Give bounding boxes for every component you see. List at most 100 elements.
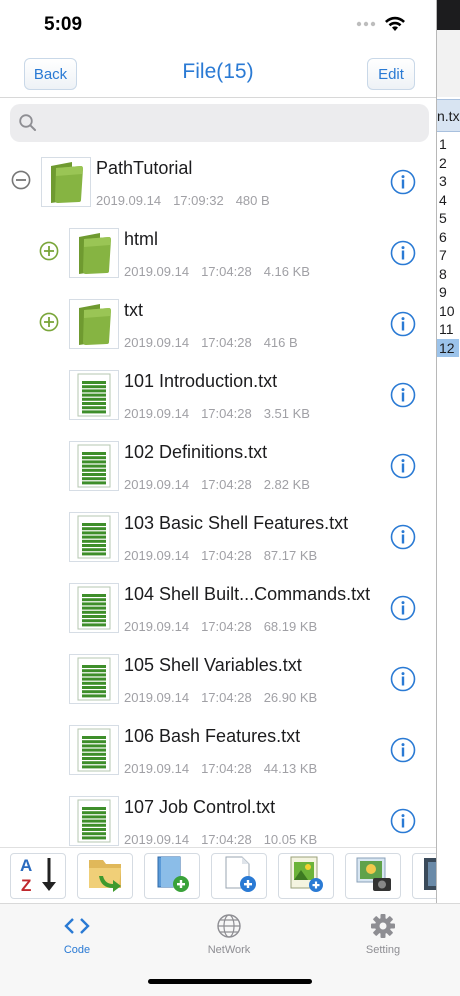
file-meta: 2019.09.14 17:04:28 2.82 KB: [124, 477, 322, 492]
file-meta: 2019.09.14 17:04:28 4.16 KB: [124, 264, 322, 279]
file-time: 17:04:28: [201, 335, 252, 350]
sort-az-icon: AZ: [16, 854, 60, 899]
image-icon: [418, 854, 436, 899]
info-button[interactable]: [390, 382, 416, 408]
line-number: 10: [439, 302, 455, 319]
line-number: 9: [439, 284, 447, 300]
file-meta: 2019.09.14 17:04:28 10.05 KB: [124, 832, 329, 847]
file-size: 416 B: [263, 335, 298, 350]
file-list: PathTutorial 2019.09.14 17:09:32 480 B html 2…: [0, 150, 436, 847]
search-icon: [19, 114, 36, 131]
file-time: 17:04:28: [201, 477, 252, 492]
code-icon: [27, 912, 127, 940]
file-size: 3.51 KB: [263, 406, 310, 421]
file-date: 2019.09.14: [124, 264, 190, 279]
file-date: 2019.09.14: [124, 335, 190, 350]
side-panel-toolbar: [437, 30, 460, 97]
info-button[interactable]: [390, 524, 416, 550]
move-folder-tool[interactable]: [77, 853, 133, 899]
tab-label: Setting: [365, 944, 401, 956]
expand-icon[interactable]: [39, 241, 59, 261]
tab-setting[interactable]: Setting: [333, 912, 433, 956]
collapse-icon[interactable]: [11, 170, 31, 190]
status-time: 5:09: [44, 14, 83, 35]
info-icon: [390, 737, 416, 763]
text-file-icon: [77, 657, 111, 701]
sort-az-tool[interactable]: AZ: [10, 853, 66, 899]
file-row[interactable]: 105 Shell Variables.txt 2019.09.14 17:04:2…: [0, 647, 436, 718]
file-name: 101 Introduction.txt: [124, 371, 278, 391]
folder-icon: [79, 304, 111, 345]
info-button[interactable]: [390, 311, 416, 337]
file-size: 480 B: [235, 193, 270, 208]
info-button[interactable]: [390, 595, 416, 621]
side-panel-file-name: n.tx: [437, 99, 460, 132]
info-icon: [390, 453, 416, 479]
file-meta: 2019.09.14 17:04:28 44.13 KB: [124, 761, 329, 776]
file-name: html: [124, 229, 159, 249]
tab-network[interactable]: NetWork: [179, 912, 279, 956]
folder-icon: [51, 162, 83, 203]
file-thumbnail: [69, 228, 119, 278]
file-meta: 2019.09.14 17:04:28 416 B: [124, 335, 310, 350]
file-row[interactable]: 103 Basic Shell Features.txt 2019.09.14 17…: [0, 505, 436, 576]
photo-camera-icon: [351, 854, 395, 899]
file-time: 17:04:28: [201, 761, 252, 776]
info-icon: [390, 382, 416, 408]
status-bar: 5:09: [0, 0, 436, 50]
new-image-tool[interactable]: [278, 853, 334, 899]
file-row[interactable]: 102 Definitions.txt 2019.09.14 17:04:28 2.8…: [0, 434, 436, 505]
info-button[interactable]: [390, 453, 416, 479]
info-icon: [390, 595, 416, 621]
file-date: 2019.09.14: [124, 619, 190, 634]
file-name: 106 Bash Features.txt: [124, 726, 301, 746]
file-meta: 2019.09.14 17:04:28 3.51 KB: [124, 406, 322, 421]
photo-import-tool[interactable]: [345, 853, 401, 899]
file-date: 2019.09.14: [96, 193, 162, 208]
folder-row[interactable]: txt 2019.09.14 17:04:28 416 B: [0, 292, 436, 363]
tab-label: NetWork: [207, 944, 251, 956]
expand-icon[interactable]: [39, 312, 59, 332]
new-image-icon: [284, 854, 328, 899]
svg-text:A: A: [20, 856, 32, 875]
info-button[interactable]: [390, 169, 416, 195]
info-icon: [390, 311, 416, 337]
info-button[interactable]: [390, 737, 416, 763]
file-time: 17:04:28: [201, 406, 252, 421]
file-row[interactable]: 107 Job Control.txt 2019.09.14 17:04:28 10.…: [0, 789, 436, 847]
info-button[interactable]: [390, 808, 416, 834]
file-thumbnail: [69, 796, 119, 846]
svg-text:Z: Z: [21, 876, 31, 894]
folder-arrow-icon: [83, 854, 127, 899]
side-preview-panel[interactable]: n.tx 1 2 3 4 5 6 7 8 9 10 11 12: [436, 0, 460, 903]
edit-button[interactable]: Edit: [367, 58, 415, 90]
info-button[interactable]: [390, 666, 416, 692]
text-file-icon: [77, 515, 111, 559]
file-row[interactable]: 104 Shell Built...Commands.txt 2019.09.14…: [0, 576, 436, 647]
info-icon: [390, 524, 416, 550]
folder-icon: [79, 233, 111, 274]
file-thumbnail: [69, 370, 119, 420]
file-time: 17:04:28: [201, 264, 252, 279]
search-input[interactable]: [10, 104, 429, 142]
line-number: 5: [439, 210, 447, 226]
file-size: 2.82 KB: [263, 477, 310, 492]
file-row[interactable]: 106 Bash Features.txt 2019.09.14 17:04:28 4…: [0, 718, 436, 789]
folder-row[interactable]: PathTutorial 2019.09.14 17:09:32 480 B: [0, 150, 436, 221]
more-tool[interactable]: [412, 853, 436, 899]
navigation-bar: Back File(15) Edit: [0, 50, 436, 98]
new-blank-file-tool[interactable]: [211, 853, 267, 899]
info-icon: [390, 808, 416, 834]
text-file-icon: [77, 586, 111, 630]
home-indicator: [148, 979, 312, 984]
file-row[interactable]: 101 Introduction.txt 2019.09.14 17:04:28 3.…: [0, 363, 436, 434]
line-number: 1: [439, 136, 447, 152]
folder-row[interactable]: html 2019.09.14 17:04:28 4.16 KB: [0, 221, 436, 292]
tab-code[interactable]: Code: [27, 912, 127, 956]
info-button[interactable]: [390, 240, 416, 266]
text-file-icon: [77, 799, 111, 843]
file-time: 17:04:28: [201, 690, 252, 705]
file-browser-screen: 5:09 Back File(15) Edit PathTutorial 2019…: [0, 0, 436, 996]
new-file-blue-tool[interactable]: [144, 853, 200, 899]
globe-icon: [179, 912, 279, 940]
